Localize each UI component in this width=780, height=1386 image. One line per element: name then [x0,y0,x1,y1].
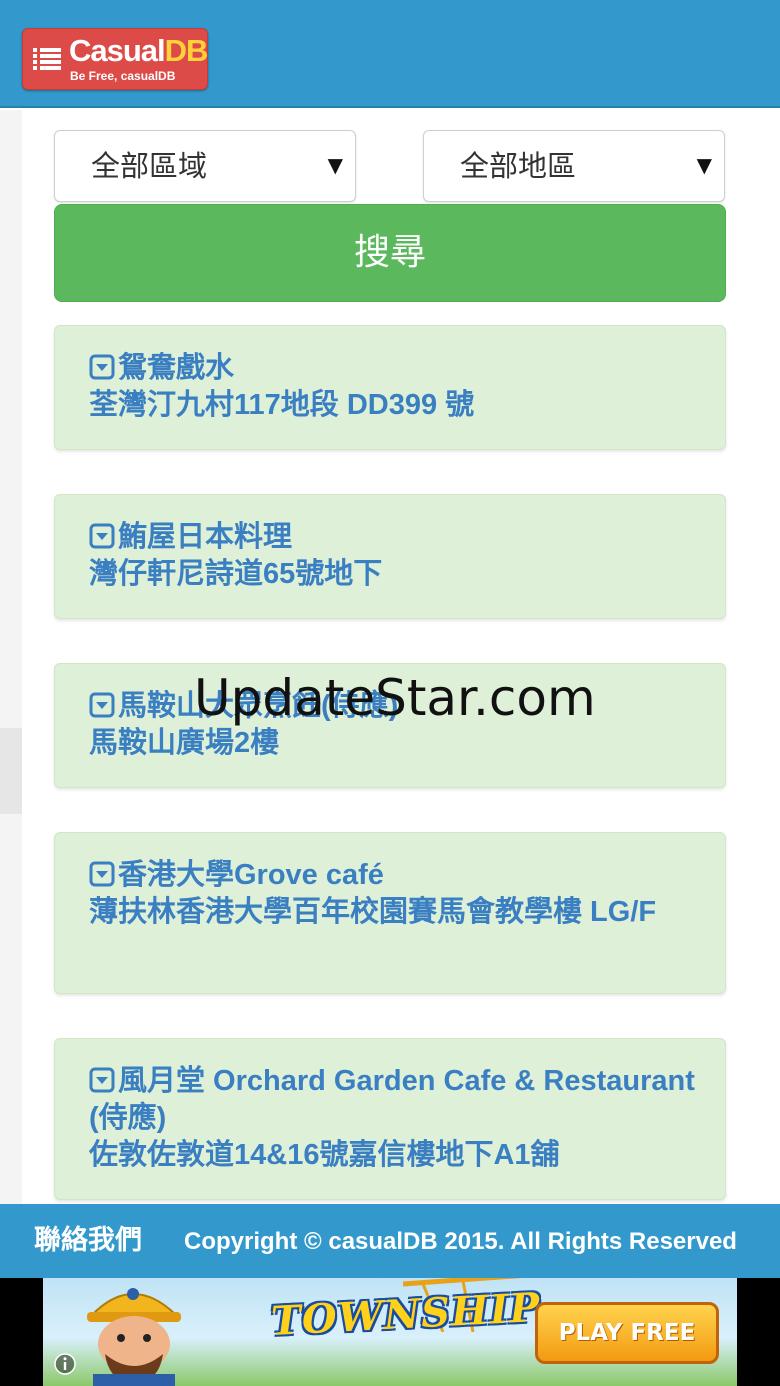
district-select-value: 全部地區 [460,149,577,183]
listing-name: 鴛鴦戲水 [118,352,235,384]
logo-title: CasualDB [69,33,208,68]
copyright-text: Copyright © casualDB 2015. All Rights Re… [184,1228,737,1255]
expand-caret-icon [89,692,115,718]
expand-caret-icon [89,354,115,380]
listing-address: 薄扶林香港大學百年校園賽馬會教學樓 LG/F [89,896,657,928]
info-icon[interactable] [53,1352,77,1376]
listing-card[interactable]: 鴛鴦戲水 荃灣汀九村117地段 DD399 號 [54,325,726,450]
page-footer: 聯絡我們 Copyright © casualDB 2015. All Righ… [0,1204,780,1278]
listing-name: 鮪屋日本料理 [118,521,293,553]
contact-us-link[interactable]: 聯絡我們 [34,1224,142,1258]
listing-address: 灣仔軒尼詩道65號地下 [89,558,383,590]
search-button[interactable]: 搜尋 [54,204,726,302]
ad-character-illustration [87,1288,181,1386]
logo-tagline: Be Free, casualDB [70,69,176,83]
dropdown-arrow-icon: ▼ [696,153,712,177]
listing-card[interactable]: 風月堂 Orchard Garden Cafe & Restaurant (侍應… [54,1038,726,1200]
listing-address: 馬鞍山廣場2樓 [89,727,280,759]
listing-address: 佐敦佐敦道14&16號嘉信樓地下A1舖 [89,1139,560,1171]
region-select[interactable]: 全部區域 ▼ [54,130,356,202]
expand-caret-icon [89,523,115,549]
township-ad-banner[interactable]: TOWNSHIP PLAY FREE [43,1278,737,1386]
expand-caret-icon [89,1067,115,1093]
ad-container: TOWNSHIP PLAY FREE [0,1278,780,1386]
listing-card[interactable]: 鮪屋日本料理 灣仔軒尼詩道65號地下 [54,494,726,619]
listing-card[interactable]: 香港大學Grove café 薄扶林香港大學百年校園賽馬會教學樓 LG/F [54,832,726,994]
listing-address: 荃灣汀九村117地段 DD399 號 [89,389,475,421]
side-drawer-handle[interactable] [0,728,22,814]
app-header: CasualDB Be Free, casualDB [0,0,780,108]
menu-list-icon [33,48,61,70]
ad-title: TOWNSHIP [269,1283,542,1346]
dropdown-arrow-icon: ▼ [327,153,343,177]
casualdb-logo[interactable]: CasualDB Be Free, casualDB [22,28,208,90]
listing-name: 馬鞍山大眾烹飪(侍應) [118,690,399,722]
listing-card[interactable]: 馬鞍山大眾烹飪(侍應) 馬鞍山廣場2樓 [54,663,726,788]
expand-caret-icon [89,861,115,887]
listing-name: 香港大學Grove café [118,859,384,891]
play-free-button[interactable]: PLAY FREE [535,1302,719,1364]
side-drawer-edge [0,110,22,1204]
district-select[interactable]: 全部地區 ▼ [423,130,725,202]
region-select-value: 全部區域 [91,149,208,183]
listing-name: 風月堂 Orchard Garden Cafe & Restaurant (侍應… [89,1065,695,1134]
